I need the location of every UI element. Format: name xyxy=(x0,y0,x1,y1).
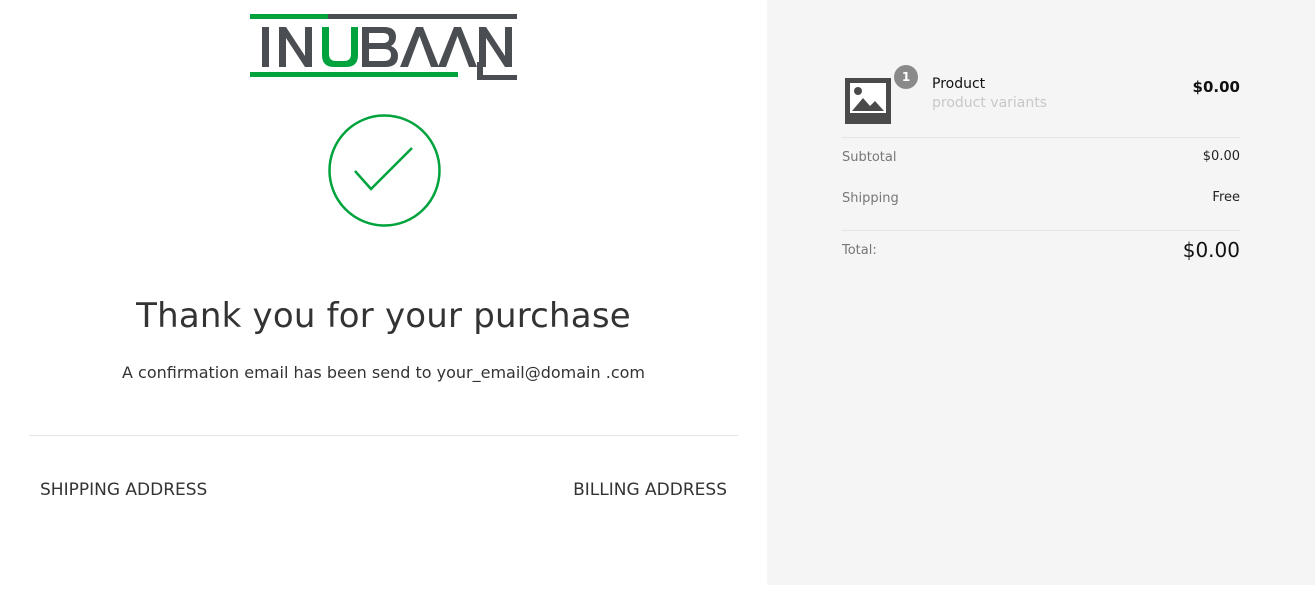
summary-divider xyxy=(842,137,1240,138)
confirmation-message: A confirmation email has been send to yo… xyxy=(122,363,645,382)
billing-address-heading: BILLING ADDRESS xyxy=(573,480,727,500)
quantity-badge: 1 xyxy=(894,65,918,89)
success-check-icon xyxy=(328,114,441,227)
summary-divider xyxy=(842,230,1240,231)
inubaan-logo xyxy=(250,14,517,80)
page-title: Thank you for your purchase xyxy=(136,296,631,336)
shipping-address-heading: SHIPPING ADDRESS xyxy=(40,480,208,500)
total-value: $0.00 xyxy=(1182,238,1240,262)
confirmation-panel: Thank you for your purchase A confirmati… xyxy=(0,0,767,593)
product-name: Product xyxy=(932,76,986,92)
product-variants: product variants xyxy=(932,95,1048,111)
shipping-label: Shipping xyxy=(842,191,899,206)
total-label: Total: xyxy=(842,243,877,258)
divider xyxy=(29,435,738,436)
subtotal-label: Subtotal xyxy=(842,150,897,165)
product-price: $0.00 xyxy=(1192,78,1240,96)
image-placeholder-icon xyxy=(845,78,891,124)
subtotal-value: $0.00 xyxy=(1202,149,1240,164)
shipping-value: Free xyxy=(1212,190,1240,205)
